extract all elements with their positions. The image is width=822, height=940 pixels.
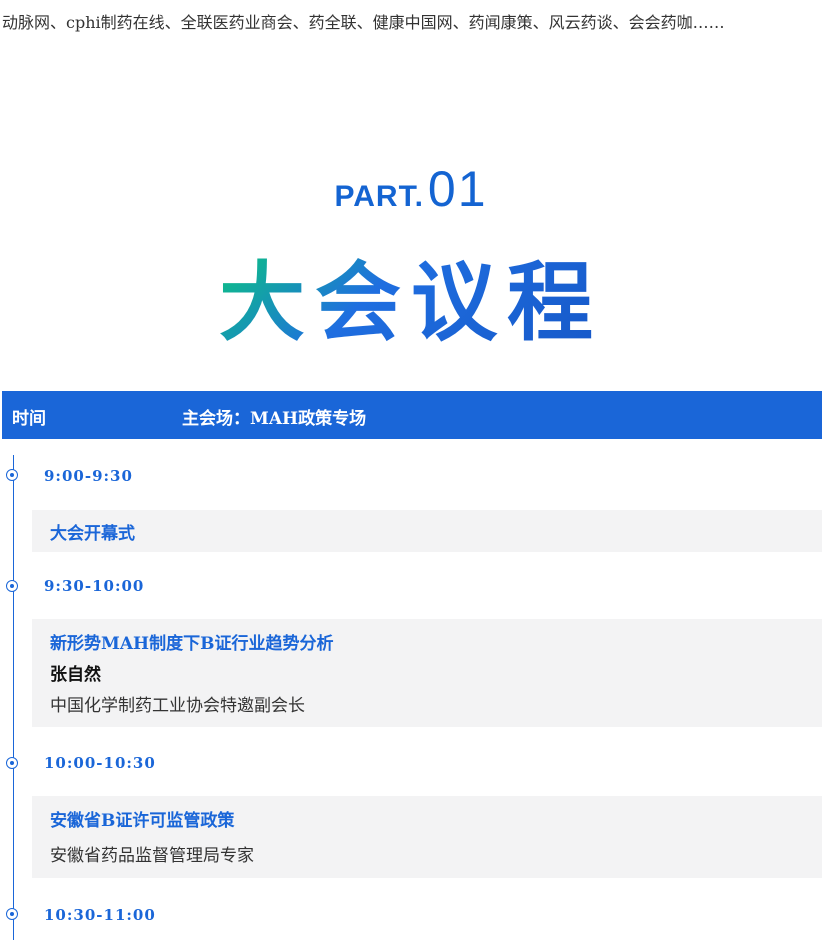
header-time-label: 时间: [12, 409, 46, 429]
agenda-time: 10:30-11:00: [44, 906, 156, 924]
agenda-card: 大会开幕式: [32, 510, 822, 552]
header-venue-label: 主会场：MAH政策专场: [182, 409, 367, 429]
agenda-card: 安徽省B证许可监管政策 安徽省药品监督管理局专家: [32, 796, 822, 878]
agenda-time: 9:00-9:30: [44, 467, 133, 485]
part-number: 01: [427, 161, 488, 217]
intro-paragraph: 动脉网、cphi制药在线、全联医药业商会、药全联、健康中国网、药闻康策、风云药谈…: [2, 13, 725, 32]
agenda-card: 新形势MAH制度下B证行业趋势分析 张自然 中国化学制药工业协会特邀副会长: [32, 619, 822, 727]
agenda-speaker-role: 安徽省药品监督管理局专家: [50, 846, 254, 866]
agenda-time: 9:30-10:00: [44, 577, 145, 595]
agenda-speaker: 张自然: [50, 665, 101, 685]
section-title-text: 大会议程: [219, 252, 603, 353]
timeline-dot-icon: [6, 469, 18, 481]
agenda-time: 10:00-10:30: [44, 754, 156, 772]
part-heading: PART.01: [0, 160, 822, 218]
timeline-dot-icon: [6, 580, 18, 592]
agenda-title: 新形势MAH制度下B证行业趋势分析: [50, 634, 334, 654]
agenda-title: 大会开幕式: [50, 524, 135, 544]
agenda-title: 安徽省B证许可监管政策: [50, 811, 235, 831]
agenda-table-header: 时间 主会场：MAH政策专场: [2, 391, 822, 439]
timeline-line: [13, 455, 14, 940]
timeline-dot-icon: [6, 908, 18, 920]
part-label: PART.: [334, 180, 424, 213]
section-title: 大会议程: [0, 232, 822, 357]
timeline-dot-icon: [6, 757, 18, 769]
agenda-speaker-role: 中国化学制药工业协会特邀副会长: [50, 696, 305, 716]
